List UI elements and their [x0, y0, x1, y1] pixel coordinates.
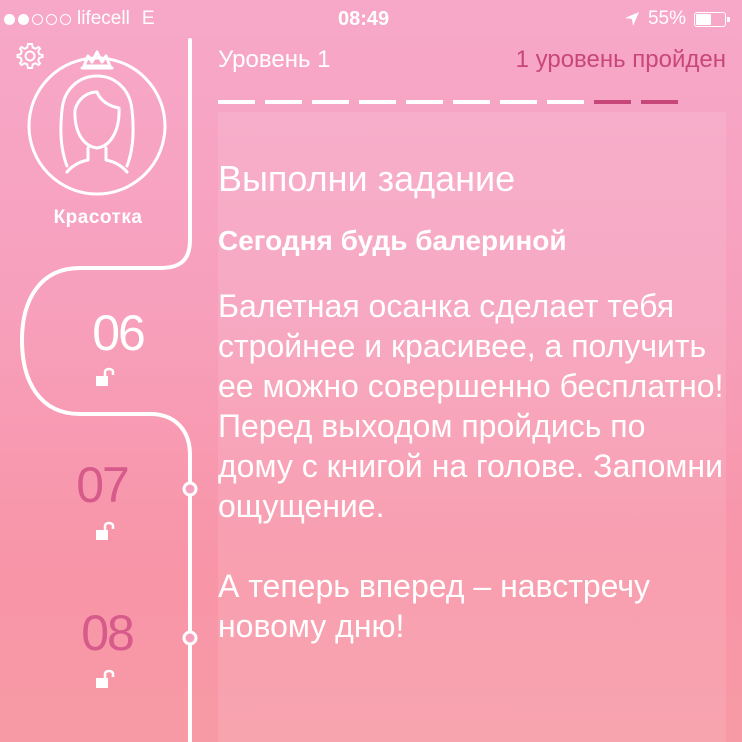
unlock-icon — [96, 669, 115, 688]
status-bar: lifecell E 08:49 55% — [0, 0, 742, 40]
progress-dash — [265, 100, 302, 104]
battery-percent: 55% — [647, 8, 686, 29]
level-08-number[interactable]: 08 — [52, 604, 162, 662]
clock: 08:49 — [338, 8, 390, 30]
unlock-icon — [96, 367, 115, 386]
level-status: 1 уровень пройден — [515, 46, 726, 73]
task-paragraph: А теперь вперед – навстречу новому дню! — [218, 568, 651, 644]
level-progress-dashes — [218, 100, 678, 104]
progress-dash — [547, 100, 584, 104]
status-right: 55% — [624, 8, 730, 30]
task-paragraph: Балетная осанка сделает тебя стройнее и … — [218, 288, 724, 524]
timeline-node-07 — [182, 481, 198, 497]
progress-dash — [406, 100, 443, 104]
progress-dash — [312, 100, 349, 104]
carrier-name: lifecell — [77, 8, 130, 29]
progress-dash — [594, 100, 631, 104]
signal-strength-icon — [4, 13, 71, 25]
location-arrow-icon — [624, 12, 639, 26]
avatar-name: Красотка — [53, 207, 143, 228]
task-subtitle: Сегодня будь балериной — [218, 225, 567, 256]
carrier-info: lifecell E — [4, 8, 155, 30]
battery-icon — [694, 11, 730, 27]
network-type: E — [141, 8, 155, 29]
progress-dash — [359, 100, 396, 104]
princess-avatar-icon[interactable] — [22, 48, 172, 198]
level-06-number[interactable]: 06 — [63, 304, 173, 362]
timeline-node-08 — [182, 630, 198, 646]
level-07-number[interactable]: 07 — [47, 456, 157, 514]
level-label: Уровень 1 — [218, 46, 331, 73]
task-body: Балетная осанка сделает тебя стройнее и … — [218, 286, 728, 646]
task-title: Выполни задание — [218, 158, 516, 199]
progress-dash — [453, 100, 490, 104]
progress-dash — [218, 100, 255, 104]
progress-dash — [500, 100, 537, 104]
unlock-icon — [96, 521, 115, 540]
progress-dash — [641, 100, 678, 104]
